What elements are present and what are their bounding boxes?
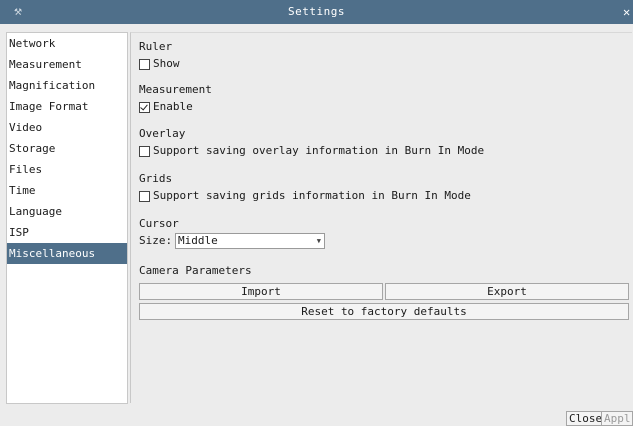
sidebar-item-storage[interactable]: Storage: [7, 138, 127, 159]
chevron-down-icon: ▼: [316, 237, 321, 245]
grids-group: Grids Support saving grids information i…: [139, 171, 471, 205]
grids-option-label: Support saving grids information in Burn…: [153, 189, 471, 202]
grids-checkbox[interactable]: [139, 190, 150, 202]
apply-button[interactable]: Appl: [601, 411, 633, 426]
sidebar-item-measurement[interactable]: Measurement: [7, 54, 127, 75]
settings-sidebar: Network Measurement Magnification Image …: [6, 32, 128, 404]
sidebar-item-magnification[interactable]: Magnification: [7, 75, 127, 96]
title-bar: ⚒ Settings ✕: [0, 0, 633, 24]
camera-parameters-label: Camera Parameters: [139, 264, 252, 277]
import-button[interactable]: Import: [139, 283, 383, 300]
ruler-show-label: Show: [153, 57, 180, 70]
close-button[interactable]: Close: [566, 411, 606, 426]
close-icon[interactable]: ✕: [623, 0, 633, 24]
sidebar-item-language[interactable]: Language: [7, 201, 127, 222]
ruler-show-checkbox-row[interactable]: Show: [139, 55, 180, 73]
settings-panel: Ruler Show Measurement Enable Overlay Su…: [130, 32, 632, 403]
sidebar-item-miscellaneous[interactable]: Miscellaneous: [7, 243, 127, 264]
measurement-group: Measurement Enable: [139, 82, 212, 116]
ruler-show-checkbox[interactable]: [139, 58, 150, 70]
sidebar-item-network[interactable]: Network: [7, 33, 127, 54]
measurement-enable-checkbox[interactable]: [139, 101, 150, 113]
overlay-option-label: Support saving overlay information in Bu…: [153, 144, 485, 157]
sidebar-item-files[interactable]: Files: [7, 159, 127, 180]
overlay-group: Overlay Support saving overlay informati…: [139, 126, 484, 160]
overlay-label: Overlay: [139, 127, 186, 140]
measurement-enable-label: Enable: [153, 100, 193, 113]
sidebar-item-isp[interactable]: ISP: [7, 222, 127, 243]
cursor-label: Cursor: [139, 217, 179, 230]
sidebar-item-video[interactable]: Video: [7, 117, 127, 138]
export-button[interactable]: Export: [385, 283, 629, 300]
overlay-checkbox[interactable]: [139, 145, 150, 157]
cursor-size-value: Middle: [178, 234, 218, 247]
grids-checkbox-row[interactable]: Support saving grids information in Burn…: [139, 187, 471, 205]
measurement-label: Measurement: [139, 83, 212, 96]
overlay-checkbox-row[interactable]: Support saving overlay information in Bu…: [139, 142, 484, 160]
ruler-group: Ruler Show: [139, 39, 180, 73]
cursor-size-select[interactable]: Middle ▼: [175, 233, 325, 249]
reset-factory-defaults-button[interactable]: Reset to factory defaults: [139, 303, 629, 320]
cursor-size-label: Size:: [139, 234, 173, 247]
sidebar-item-time[interactable]: Time: [7, 180, 127, 201]
window-title: Settings: [288, 5, 345, 18]
cursor-group: Cursor Size: Middle ▼: [139, 216, 439, 256]
sidebar-item-image-format[interactable]: Image Format: [7, 96, 127, 117]
measurement-enable-checkbox-row[interactable]: Enable: [139, 98, 212, 116]
grids-label: Grids: [139, 172, 173, 185]
ruler-label: Ruler: [139, 40, 173, 53]
